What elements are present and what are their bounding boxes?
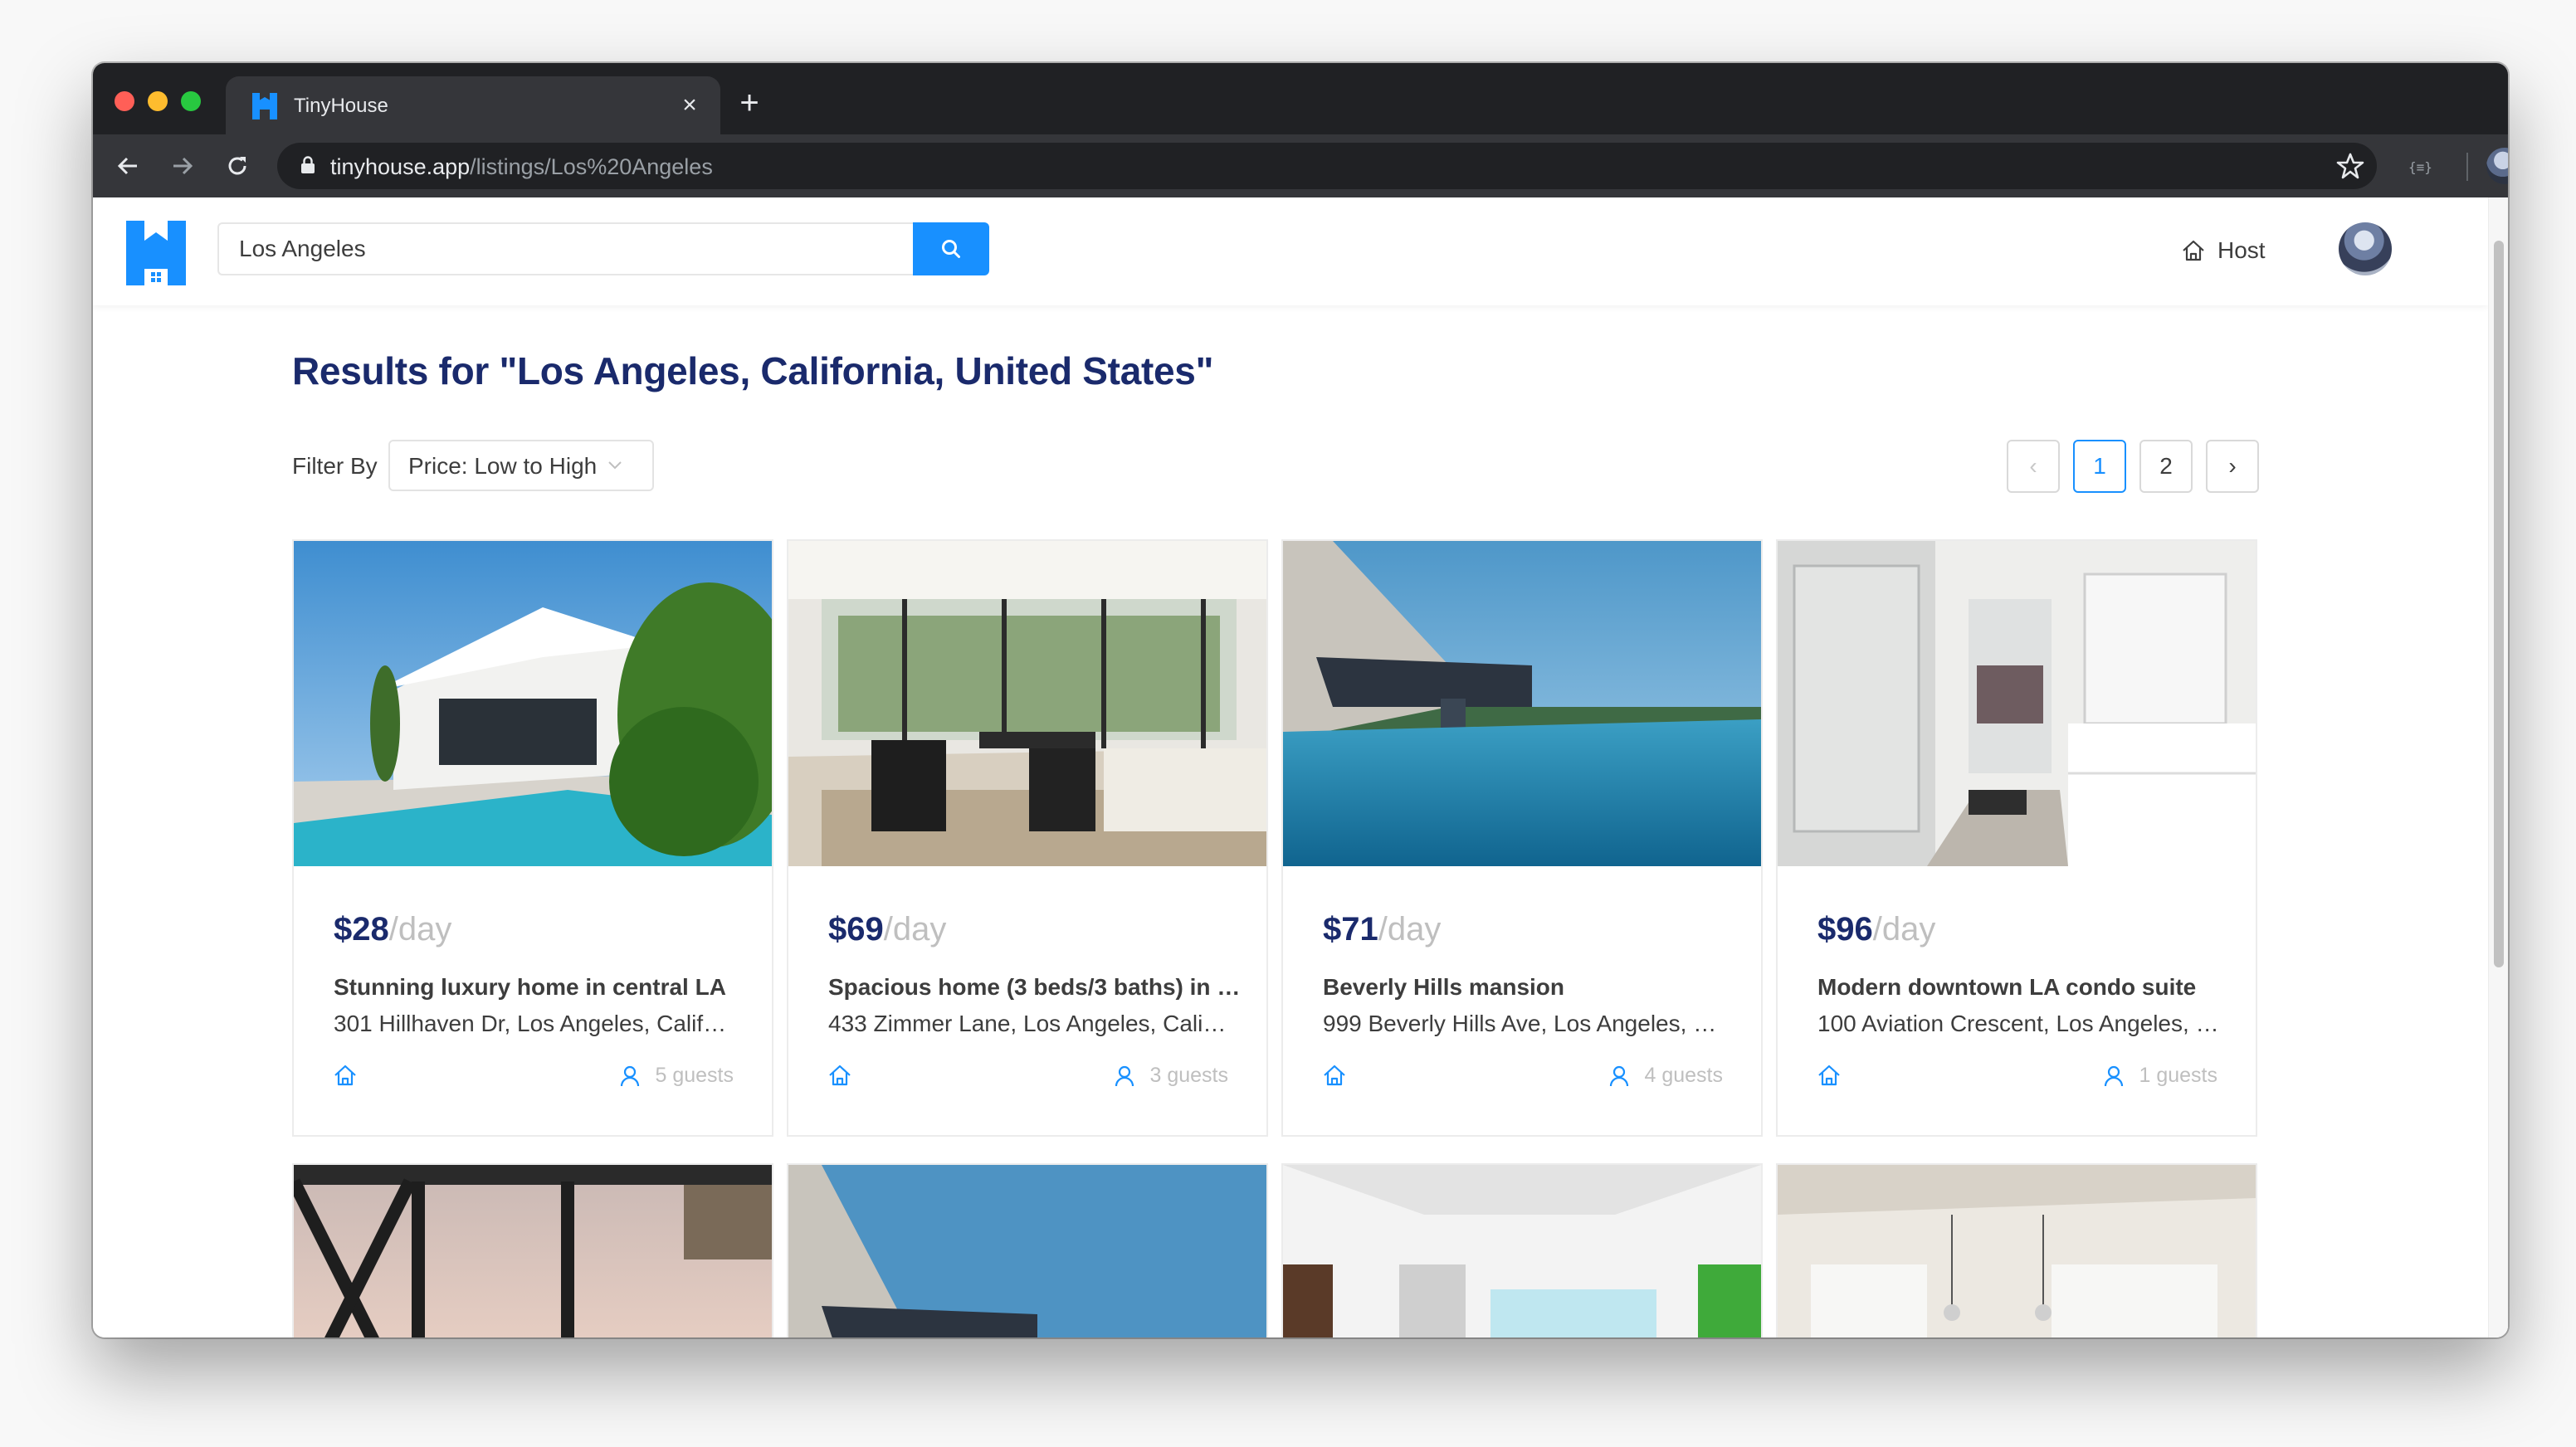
filter-label: Filter By <box>292 453 378 479</box>
listing-address: 433 Zimmer Lane, Los Angeles, California <box>828 1011 1232 1036</box>
home-icon <box>334 1065 356 1086</box>
listing-guests: 3 guests <box>1115 1064 1228 1088</box>
listing-title: Beverly Hills mansion <box>1323 974 1565 1000</box>
home-icon <box>829 1065 851 1086</box>
listing-card[interactable] <box>787 1163 1268 1337</box>
tinyhouse-favicon-icon <box>252 93 277 119</box>
listing-title: Modern downtown LA condo suite <box>1817 974 2197 1000</box>
page-scrollbar[interactable] <box>2488 197 2508 1337</box>
pagination-next-button[interactable]: › <box>2206 440 2259 493</box>
url-text: tinyhouse.app/listings/Los%20Angeles <box>330 154 713 180</box>
listing-card[interactable] <box>292 1163 773 1337</box>
page-title: Results for "Los Angeles, California, Un… <box>292 349 1214 392</box>
app-header: Host <box>93 197 2488 305</box>
new-tab-icon[interactable]: + <box>729 83 770 124</box>
chevron-down-icon <box>608 461 622 470</box>
url-host: tinyhouse.app <box>330 154 471 179</box>
home-icon <box>2183 240 2204 261</box>
lock-icon <box>301 156 315 173</box>
minimize-window-button[interactable] <box>148 91 168 111</box>
reload-icon[interactable] <box>217 146 257 186</box>
extension-icon[interactable]: {≡} <box>2408 159 2432 175</box>
user-avatar[interactable] <box>2339 222 2392 275</box>
listing-photo <box>788 1165 1266 1337</box>
search-bar <box>217 222 993 275</box>
price-amount: $69 <box>828 911 884 948</box>
listing-title: Stunning luxury home in central LA <box>334 974 726 1000</box>
back-arrow-icon[interactable] <box>108 146 148 186</box>
price-amount: $71 <box>1323 911 1378 948</box>
pagination-prev-button[interactable]: ‹ <box>2007 440 2060 493</box>
listing-card[interactable] <box>1281 1163 1763 1337</box>
listing-price: $71/day <box>1323 911 1441 948</box>
listing-address: 301 Hillhaven Dr, Los Angeles, Californi… <box>334 1011 737 1036</box>
listing-title: Spacious home (3 beds/3 baths) in downto… <box>828 974 1243 1000</box>
listing-card[interactable]: $71/day Beverly Hills mansion 999 Beverl… <box>1281 539 1763 1137</box>
listing-price: $69/day <box>828 911 946 948</box>
url-path: /listings/Los%20Angeles <box>470 154 713 179</box>
guests-count: 5 guests <box>655 1064 734 1087</box>
user-icon <box>2105 1065 2124 1086</box>
toolbar-divider <box>2466 153 2468 181</box>
browser-toolbar: tinyhouse.app/listings/Los%20Angeles {≡} <box>93 134 2508 197</box>
bookmark-star-icon[interactable] <box>2335 151 2365 181</box>
listing-photo <box>1283 1165 1761 1337</box>
listing-card[interactable]: $69/day Spacious home (3 beds/3 baths) i… <box>787 539 1268 1137</box>
host-link[interactable]: Host <box>2181 234 2266 267</box>
close-window-button[interactable] <box>115 91 134 111</box>
price-amount: $28 <box>334 911 389 948</box>
search-icon <box>942 240 960 258</box>
listing-photo <box>294 1165 772 1337</box>
home-icon <box>1818 1065 1840 1086</box>
listing-photo <box>1283 541 1761 866</box>
listing-address: 999 Beverly Hills Ave, Los Angeles, Cali… <box>1323 1011 1726 1036</box>
user-icon <box>621 1065 640 1086</box>
maximize-window-button[interactable] <box>181 91 201 111</box>
sort-select[interactable]: Price: Low to High <box>388 440 654 491</box>
listing-card[interactable]: $28/day Stunning luxury home in central … <box>292 539 773 1137</box>
guests-count: 1 guests <box>2139 1064 2217 1087</box>
browser-tab[interactable]: TinyHouse × <box>226 76 720 134</box>
search-input[interactable] <box>217 222 913 275</box>
user-icon <box>1115 1065 1134 1086</box>
price-period: /day <box>388 911 452 948</box>
pagination-page-1[interactable]: 1 <box>2073 440 2126 493</box>
listing-price: $28/day <box>334 911 451 948</box>
page-viewport: Host Results for "Los Angeles, Californi… <box>93 197 2508 1337</box>
user-icon <box>1610 1065 1629 1086</box>
listing-card[interactable]: $96/day Modern downtown LA condo suite 1… <box>1776 539 2257 1137</box>
listing-guests: 4 guests <box>1609 1064 1723 1088</box>
listing-photo <box>294 541 772 866</box>
price-period: /day <box>883 911 947 948</box>
listing-photo <box>1778 1165 2256 1337</box>
search-button[interactable] <box>913 222 989 275</box>
price-period: /day <box>1872 911 1936 948</box>
guests-count: 3 guests <box>1149 1064 1228 1087</box>
pagination-page-2[interactable]: 2 <box>2139 440 2193 493</box>
tab-close-icon[interactable]: × <box>674 90 705 121</box>
price-amount: $96 <box>1817 911 1873 948</box>
sort-select-value: Price: Low to High <box>408 453 598 479</box>
scrollbar-thumb[interactable] <box>2494 241 2504 967</box>
home-icon <box>1324 1065 1345 1086</box>
listing-price: $96/day <box>1817 911 1935 948</box>
browser-profile-avatar[interactable] <box>2486 148 2508 184</box>
listing-address: 100 Aviation Crescent, Los Angeles, Cali… <box>1817 1011 2221 1036</box>
price-period: /day <box>1378 911 1442 948</box>
host-label: Host <box>2217 237 2266 263</box>
listing-guests: 5 guests <box>620 1064 734 1088</box>
tab-title: TinyHouse <box>294 95 388 117</box>
listing-guests: 1 guests <box>2104 1064 2217 1088</box>
tinyhouse-logo-icon[interactable] <box>126 221 186 285</box>
listing-photo <box>1778 541 2256 866</box>
forward-arrow-icon[interactable] <box>163 146 202 186</box>
listing-card[interactable] <box>1776 1163 2257 1337</box>
guests-count: 4 guests <box>1644 1064 1723 1087</box>
address-bar[interactable]: tinyhouse.app/listings/Los%20Angeles <box>277 143 2377 189</box>
listing-photo <box>788 541 1266 866</box>
browser-window: TinyHouse × + tinyhouse.app/listings/Los… <box>93 63 2508 1337</box>
browser-tab-strip: TinyHouse × + <box>93 63 2508 134</box>
